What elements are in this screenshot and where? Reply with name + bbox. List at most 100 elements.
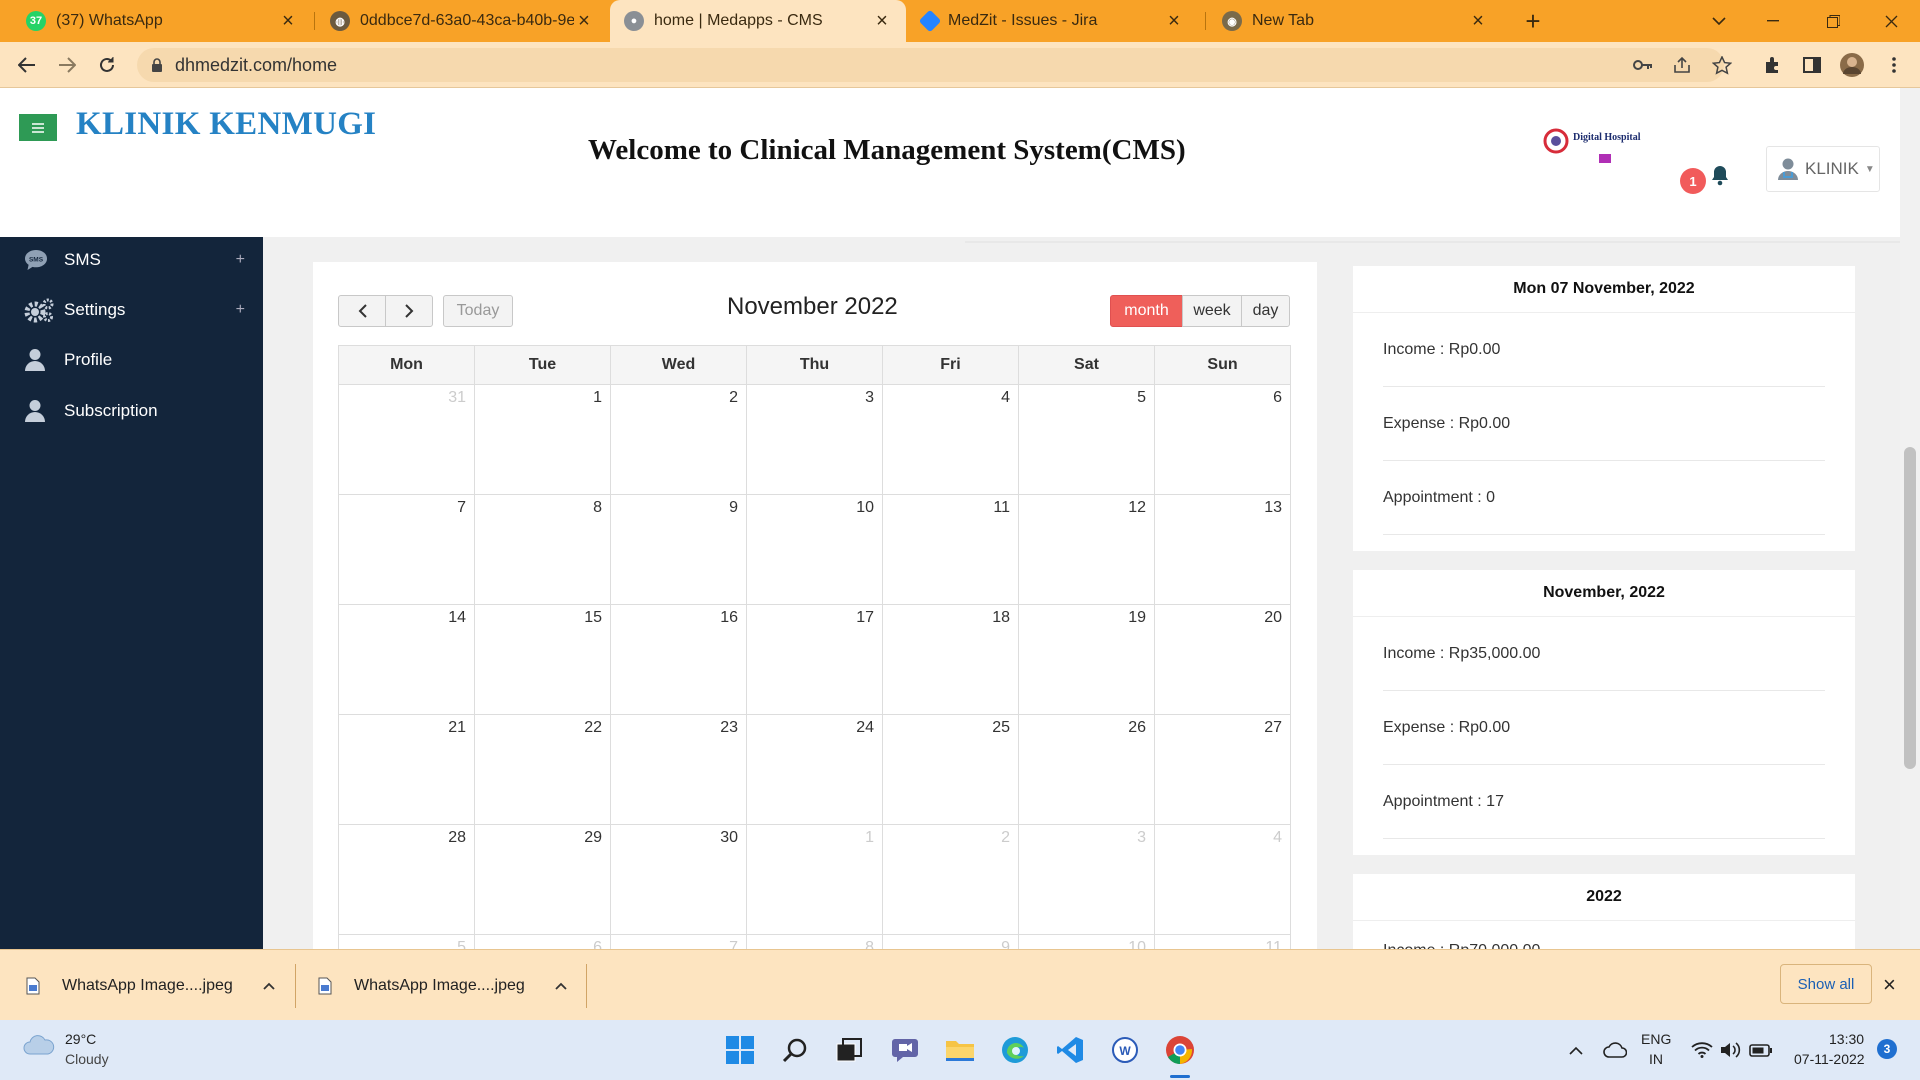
- minimize-button[interactable]: [1750, 0, 1796, 42]
- calendar-day-cell[interactable]: 19: [1019, 605, 1155, 715]
- chevron-up-icon[interactable]: [1565, 1032, 1587, 1068]
- app-icon[interactable]: W: [1107, 1032, 1143, 1068]
- calendar-day-cell[interactable]: 20: [1155, 605, 1291, 715]
- weather-temperature[interactable]: 29°C: [65, 1031, 96, 1047]
- tab-search-chevron-icon[interactable]: [1696, 0, 1742, 42]
- tab-close-icon[interactable]: ×: [872, 10, 892, 33]
- file-explorer-icon[interactable]: [942, 1032, 978, 1068]
- sidebar-toggle-button[interactable]: [19, 114, 57, 141]
- scrollbar-thumb[interactable]: [1904, 447, 1916, 769]
- clinic-name[interactable]: KLINIK KENMUGI: [76, 106, 376, 143]
- calendar-day-cell[interactable]: 3: [1019, 825, 1155, 935]
- calendar-day-cell[interactable]: 22: [475, 715, 611, 825]
- calendar-day-cell[interactable]: 28: [339, 825, 475, 935]
- edge-browser-icon[interactable]: [997, 1032, 1033, 1068]
- view-month-button[interactable]: month: [1110, 295, 1183, 327]
- calendar-day-cell[interactable]: 23: [611, 715, 747, 825]
- calendar-day-cell[interactable]: 26: [1019, 715, 1155, 825]
- calendar-day-cell[interactable]: 15: [475, 605, 611, 715]
- calendar-day-cell[interactable]: 3: [747, 385, 883, 495]
- onedrive-cloud-icon[interactable]: [1602, 1032, 1628, 1068]
- share-icon[interactable]: [1666, 49, 1698, 81]
- reload-button[interactable]: [91, 49, 123, 81]
- calendar-day-cell[interactable]: 11: [883, 495, 1019, 605]
- calendar-day-cell[interactable]: 8: [475, 495, 611, 605]
- calendar-day-cell[interactable]: 21: [339, 715, 475, 825]
- tab-close-icon[interactable]: ×: [574, 10, 594, 33]
- browser-menu-icon[interactable]: [1878, 49, 1910, 81]
- language-indicator[interactable]: ENG: [1641, 1031, 1671, 1047]
- notification-center-badge[interactable]: 3: [1877, 1039, 1897, 1059]
- notification-badge[interactable]: 1: [1680, 168, 1706, 194]
- tab-close-icon[interactable]: ×: [278, 10, 298, 33]
- calendar-next-button[interactable]: [385, 295, 433, 327]
- download-item[interactable]: WhatsApp Image....jpeg: [318, 950, 568, 1021]
- sidebar-item-profile[interactable]: Profile: [0, 337, 263, 383]
- show-all-downloads-button[interactable]: Show all: [1780, 964, 1872, 1004]
- calendar-day-cell[interactable]: 1: [747, 825, 883, 935]
- calendar-day-cell[interactable]: 31: [339, 385, 475, 495]
- volume-icon[interactable]: [1719, 1032, 1743, 1068]
- calendar-day-cell[interactable]: 17: [747, 605, 883, 715]
- windows-start-icon[interactable]: [722, 1032, 758, 1068]
- calendar-day-cell[interactable]: 18: [883, 605, 1019, 715]
- user-menu-dropdown[interactable]: KLINIK ▼: [1766, 146, 1880, 192]
- tab-jira[interactable]: MedZit - Issues - Jira ×: [908, 0, 1198, 42]
- expand-plus-icon[interactable]: +: [236, 301, 245, 319]
- calendar-day-cell[interactable]: 24: [747, 715, 883, 825]
- calendar-day-cell[interactable]: 4: [883, 385, 1019, 495]
- calendar-day-cell[interactable]: 9: [611, 495, 747, 605]
- close-window-button[interactable]: [1868, 0, 1914, 42]
- new-tab-button[interactable]: +: [1510, 0, 1556, 42]
- search-icon[interactable]: [777, 1032, 813, 1068]
- view-week-button[interactable]: week: [1182, 295, 1242, 327]
- address-bar[interactable]: dhmedzit.com/home: [137, 48, 1724, 82]
- forward-button[interactable]: [51, 49, 83, 81]
- calendar-day-cell[interactable]: 27: [1155, 715, 1291, 825]
- battery-icon[interactable]: [1748, 1032, 1774, 1068]
- calendar-day-cell[interactable]: 5: [1019, 385, 1155, 495]
- calendar-day-cell[interactable]: 14: [339, 605, 475, 715]
- calendar-day-cell[interactable]: 1: [475, 385, 611, 495]
- view-day-button[interactable]: day: [1241, 295, 1290, 327]
- calendar-day-cell[interactable]: 4: [1155, 825, 1291, 935]
- chrome-icon[interactable]: [1162, 1032, 1198, 1068]
- sidebar-item-sms[interactable]: SMS SMS +: [0, 237, 263, 283]
- tab-uuid[interactable]: ◍ 0ddbce7d-63a0-43ca-b40b-9e42 ×: [316, 0, 608, 42]
- clock-time[interactable]: 13:30: [1829, 1031, 1864, 1047]
- calendar-today-button[interactable]: Today: [443, 295, 513, 327]
- close-download-bar-icon[interactable]: ×: [1883, 972, 1896, 998]
- chevron-up-icon[interactable]: [555, 982, 567, 990]
- sidebar-item-settings[interactable]: Settings +: [0, 287, 263, 333]
- calendar-day-cell[interactable]: 10: [747, 495, 883, 605]
- calendar-day-cell[interactable]: 16: [611, 605, 747, 715]
- tab-medapps-cms[interactable]: ● home | Medapps - CMS ×: [610, 0, 906, 42]
- side-panel-icon[interactable]: [1796, 49, 1828, 81]
- bookmark-star-icon[interactable]: [1706, 49, 1738, 81]
- vscode-icon[interactable]: [1052, 1032, 1088, 1068]
- password-key-icon[interactable]: [1627, 49, 1659, 81]
- back-button[interactable]: [11, 49, 43, 81]
- calendar-prev-button[interactable]: [338, 295, 386, 327]
- expand-plus-icon[interactable]: +: [236, 251, 245, 269]
- clock-date[interactable]: 07-11-2022: [1794, 1051, 1865, 1067]
- calendar-day-cell[interactable]: 6: [1155, 385, 1291, 495]
- calendar-day-cell[interactable]: 12: [1019, 495, 1155, 605]
- calendar-day-cell[interactable]: 13: [1155, 495, 1291, 605]
- calendar-day-cell[interactable]: 30: [611, 825, 747, 935]
- bell-icon[interactable]: [1710, 164, 1730, 186]
- task-view-icon[interactable]: [831, 1032, 867, 1068]
- calendar-day-cell[interactable]: 2: [883, 825, 1019, 935]
- extensions-icon[interactable]: [1756, 49, 1788, 81]
- tab-whatsapp[interactable]: 37 (37) WhatsApp ×: [12, 0, 312, 42]
- calendar-day-cell[interactable]: 2: [611, 385, 747, 495]
- wifi-icon[interactable]: [1690, 1032, 1714, 1068]
- restore-button[interactable]: [1810, 0, 1856, 42]
- calendar-day-cell[interactable]: 25: [883, 715, 1019, 825]
- profile-avatar[interactable]: [1836, 49, 1868, 81]
- chevron-up-icon[interactable]: [263, 982, 275, 990]
- teams-chat-icon[interactable]: [887, 1032, 923, 1068]
- cloud-weather-icon[interactable]: [22, 1034, 56, 1056]
- sidebar-item-subscription[interactable]: Subscription: [0, 388, 263, 434]
- download-item[interactable]: WhatsApp Image....jpeg: [26, 950, 276, 1021]
